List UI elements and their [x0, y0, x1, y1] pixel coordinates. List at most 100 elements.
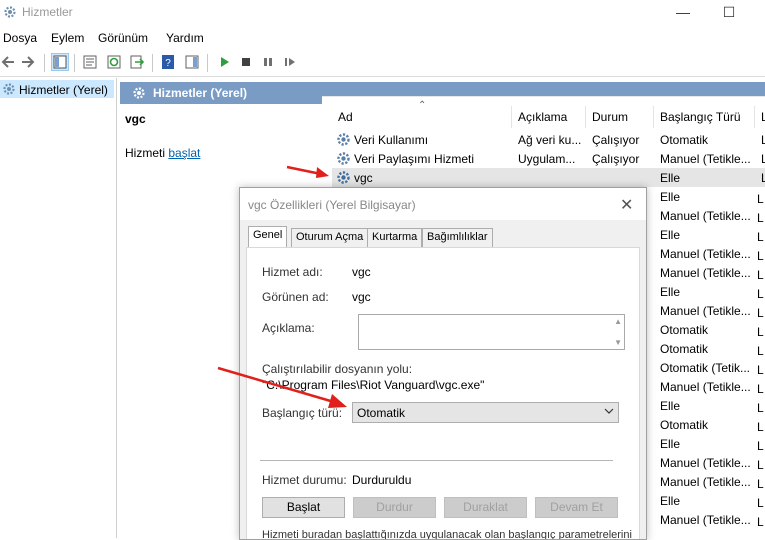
column-header-name[interactable]: Ad	[338, 110, 353, 124]
table-cell-startup: Manuel (Tetikle...	[660, 152, 751, 166]
toolbar-separator	[74, 54, 75, 72]
restart-service-icon[interactable]	[282, 54, 298, 70]
table-cell-startup: Otomatik (Tetik...	[660, 361, 751, 375]
close-icon[interactable]: ✕	[620, 195, 633, 215]
forward-icon[interactable]	[20, 54, 36, 70]
startup-column-remaining: Elle Manuel (Tetikle... Elle Manuel (Tet…	[660, 190, 765, 532]
table-cell-startup: Elle	[660, 399, 681, 413]
stop-service-icon[interactable]	[238, 54, 254, 70]
column-header-status[interactable]: Durum	[592, 110, 628, 124]
action-pane-icon[interactable]	[184, 54, 200, 70]
console-tree-icon[interactable]	[51, 53, 69, 71]
menu-yardim[interactable]: Yardım	[166, 31, 204, 45]
tab-logon[interactable]: Oturum Açma	[291, 228, 369, 249]
minimize-button[interactable]: —	[660, 0, 706, 26]
sort-ascending-icon: ⌃	[418, 100, 427, 111]
column-header-description[interactable]: Açıklama	[518, 110, 567, 124]
column-header-logon[interactable]: L	[761, 110, 765, 124]
table-cell-startup: Elle	[660, 228, 681, 242]
chevron-down-icon	[604, 406, 614, 416]
table-cell-description: Ağ veri ku...	[518, 133, 582, 147]
table-cell-logon: L	[761, 133, 765, 147]
pause-service-icon[interactable]	[260, 54, 276, 70]
start-service-action: Hizmeti başlat	[125, 146, 201, 160]
service-gear-icon	[336, 170, 351, 185]
tab-recovery[interactable]: Kurtarma	[367, 228, 423, 249]
table-cell-name[interactable]: Veri Kullanımı	[354, 133, 504, 147]
column-separator	[754, 106, 755, 128]
table-cell-startup: Elle	[660, 494, 681, 508]
table-cell-startup: Manuel (Tetikle...	[660, 209, 751, 223]
window-title: Hizmetler	[22, 5, 73, 19]
table-cell-startup: Manuel (Tetikle...	[660, 380, 751, 394]
column-separator	[653, 106, 654, 128]
table-cell-name[interactable]: vgc	[354, 171, 504, 185]
scroll-down-icon[interactable]: ▼	[614, 338, 622, 347]
tab-dependencies[interactable]: Bağımlılıklar	[422, 228, 493, 249]
title-bar	[0, 0, 765, 26]
selected-service-name: vgc	[125, 112, 146, 126]
column-separator	[511, 106, 512, 128]
service-gear-icon	[336, 132, 351, 147]
start-service-icon[interactable]	[216, 54, 232, 70]
table-cell-name[interactable]: Veri Paylaşımı Hizmeti	[354, 152, 504, 166]
service-name-value: vgc	[352, 265, 371, 279]
resume-button[interactable]: Devam Et	[535, 497, 618, 518]
stop-button[interactable]: Durdur	[353, 497, 436, 518]
column-separator	[585, 106, 586, 128]
services-gear-icon	[132, 86, 146, 100]
table-cell-startup: Manuel (Tetikle...	[660, 247, 751, 261]
service-status-value: Durduruldu	[352, 473, 412, 487]
start-service-link[interactable]: başlat	[168, 146, 200, 160]
menu-eylem[interactable]: Eylem	[51, 31, 84, 45]
table-cell-startup: Manuel (Tetikle...	[660, 475, 751, 489]
export-list-icon[interactable]	[129, 54, 145, 70]
service-gear-icon	[336, 151, 351, 166]
service-properties-dialog: vgc Özellikleri (Yerel Bilgisayar) ✕ Gen…	[239, 187, 647, 540]
tree-item-services-local[interactable]: Hizmetler (Yerel)	[0, 80, 114, 98]
back-icon[interactable]	[0, 54, 16, 70]
table-cell-startup: Otomatik	[660, 133, 709, 147]
table-cell-startup: Otomatik	[660, 418, 709, 432]
table-cell-startup: Manuel (Tetikle...	[660, 513, 751, 527]
table-cell-startup: Elle	[660, 437, 681, 451]
menu-dosya[interactable]: Dosya	[3, 31, 37, 45]
table-cell-status: Çalışıyor	[592, 133, 640, 147]
start-parameters-hint: Hizmeti buradan başlattığınızda uygulana…	[262, 529, 632, 540]
pane-header-label: Hizmetler (Yerel)	[153, 86, 248, 100]
service-name-label: Hizmet adı:	[262, 265, 323, 279]
table-cell-status: Çalışıyor	[592, 152, 640, 166]
scroll-up-icon[interactable]: ▲	[614, 317, 622, 326]
svg-text:?: ?	[165, 58, 171, 69]
startup-type-value: Otomatik	[357, 406, 406, 420]
startup-type-select[interactable]: Otomatik	[352, 402, 619, 423]
menu-gorunum[interactable]: Görünüm	[98, 31, 148, 45]
services-gear-icon	[2, 82, 16, 96]
divider	[260, 460, 613, 461]
red-arrow-annotation-startup	[216, 365, 350, 411]
toolbar-separator	[152, 54, 153, 72]
table-cell-logon: L	[761, 171, 765, 185]
table-cell-logon: L	[761, 152, 765, 166]
display-name-label: Görünen ad:	[262, 290, 329, 304]
table-cell-startup: Elle	[660, 285, 681, 299]
maximize-button[interactable]: ☐	[706, 0, 752, 26]
toolbar-separator	[44, 54, 45, 72]
start-button[interactable]: Başlat	[262, 497, 345, 518]
service-status-label: Hizmet durumu:	[262, 473, 347, 487]
pause-button[interactable]: Duraklat	[444, 497, 527, 518]
toolbar-separator	[207, 54, 208, 72]
column-header-startup-type[interactable]: Başlangıç Türü	[660, 110, 741, 124]
table-cell-description: Uygulam...	[518, 152, 576, 166]
description-textbox[interactable]: ▲ ▼	[358, 314, 625, 350]
table-cell-startup: Elle	[660, 190, 681, 204]
services-gear-icon	[3, 5, 17, 19]
help-icon[interactable]: ?	[160, 54, 176, 70]
dialog-title: vgc Özellikleri (Yerel Bilgisayar)	[248, 198, 416, 212]
red-arrow-annotation-row	[285, 163, 331, 179]
display-name-value: vgc	[352, 290, 371, 304]
table-cell-startup: Manuel (Tetikle...	[660, 304, 751, 318]
properties-icon[interactable]	[82, 54, 98, 70]
table-cell-startup: Otomatik	[660, 342, 709, 356]
refresh-icon[interactable]	[106, 54, 122, 70]
